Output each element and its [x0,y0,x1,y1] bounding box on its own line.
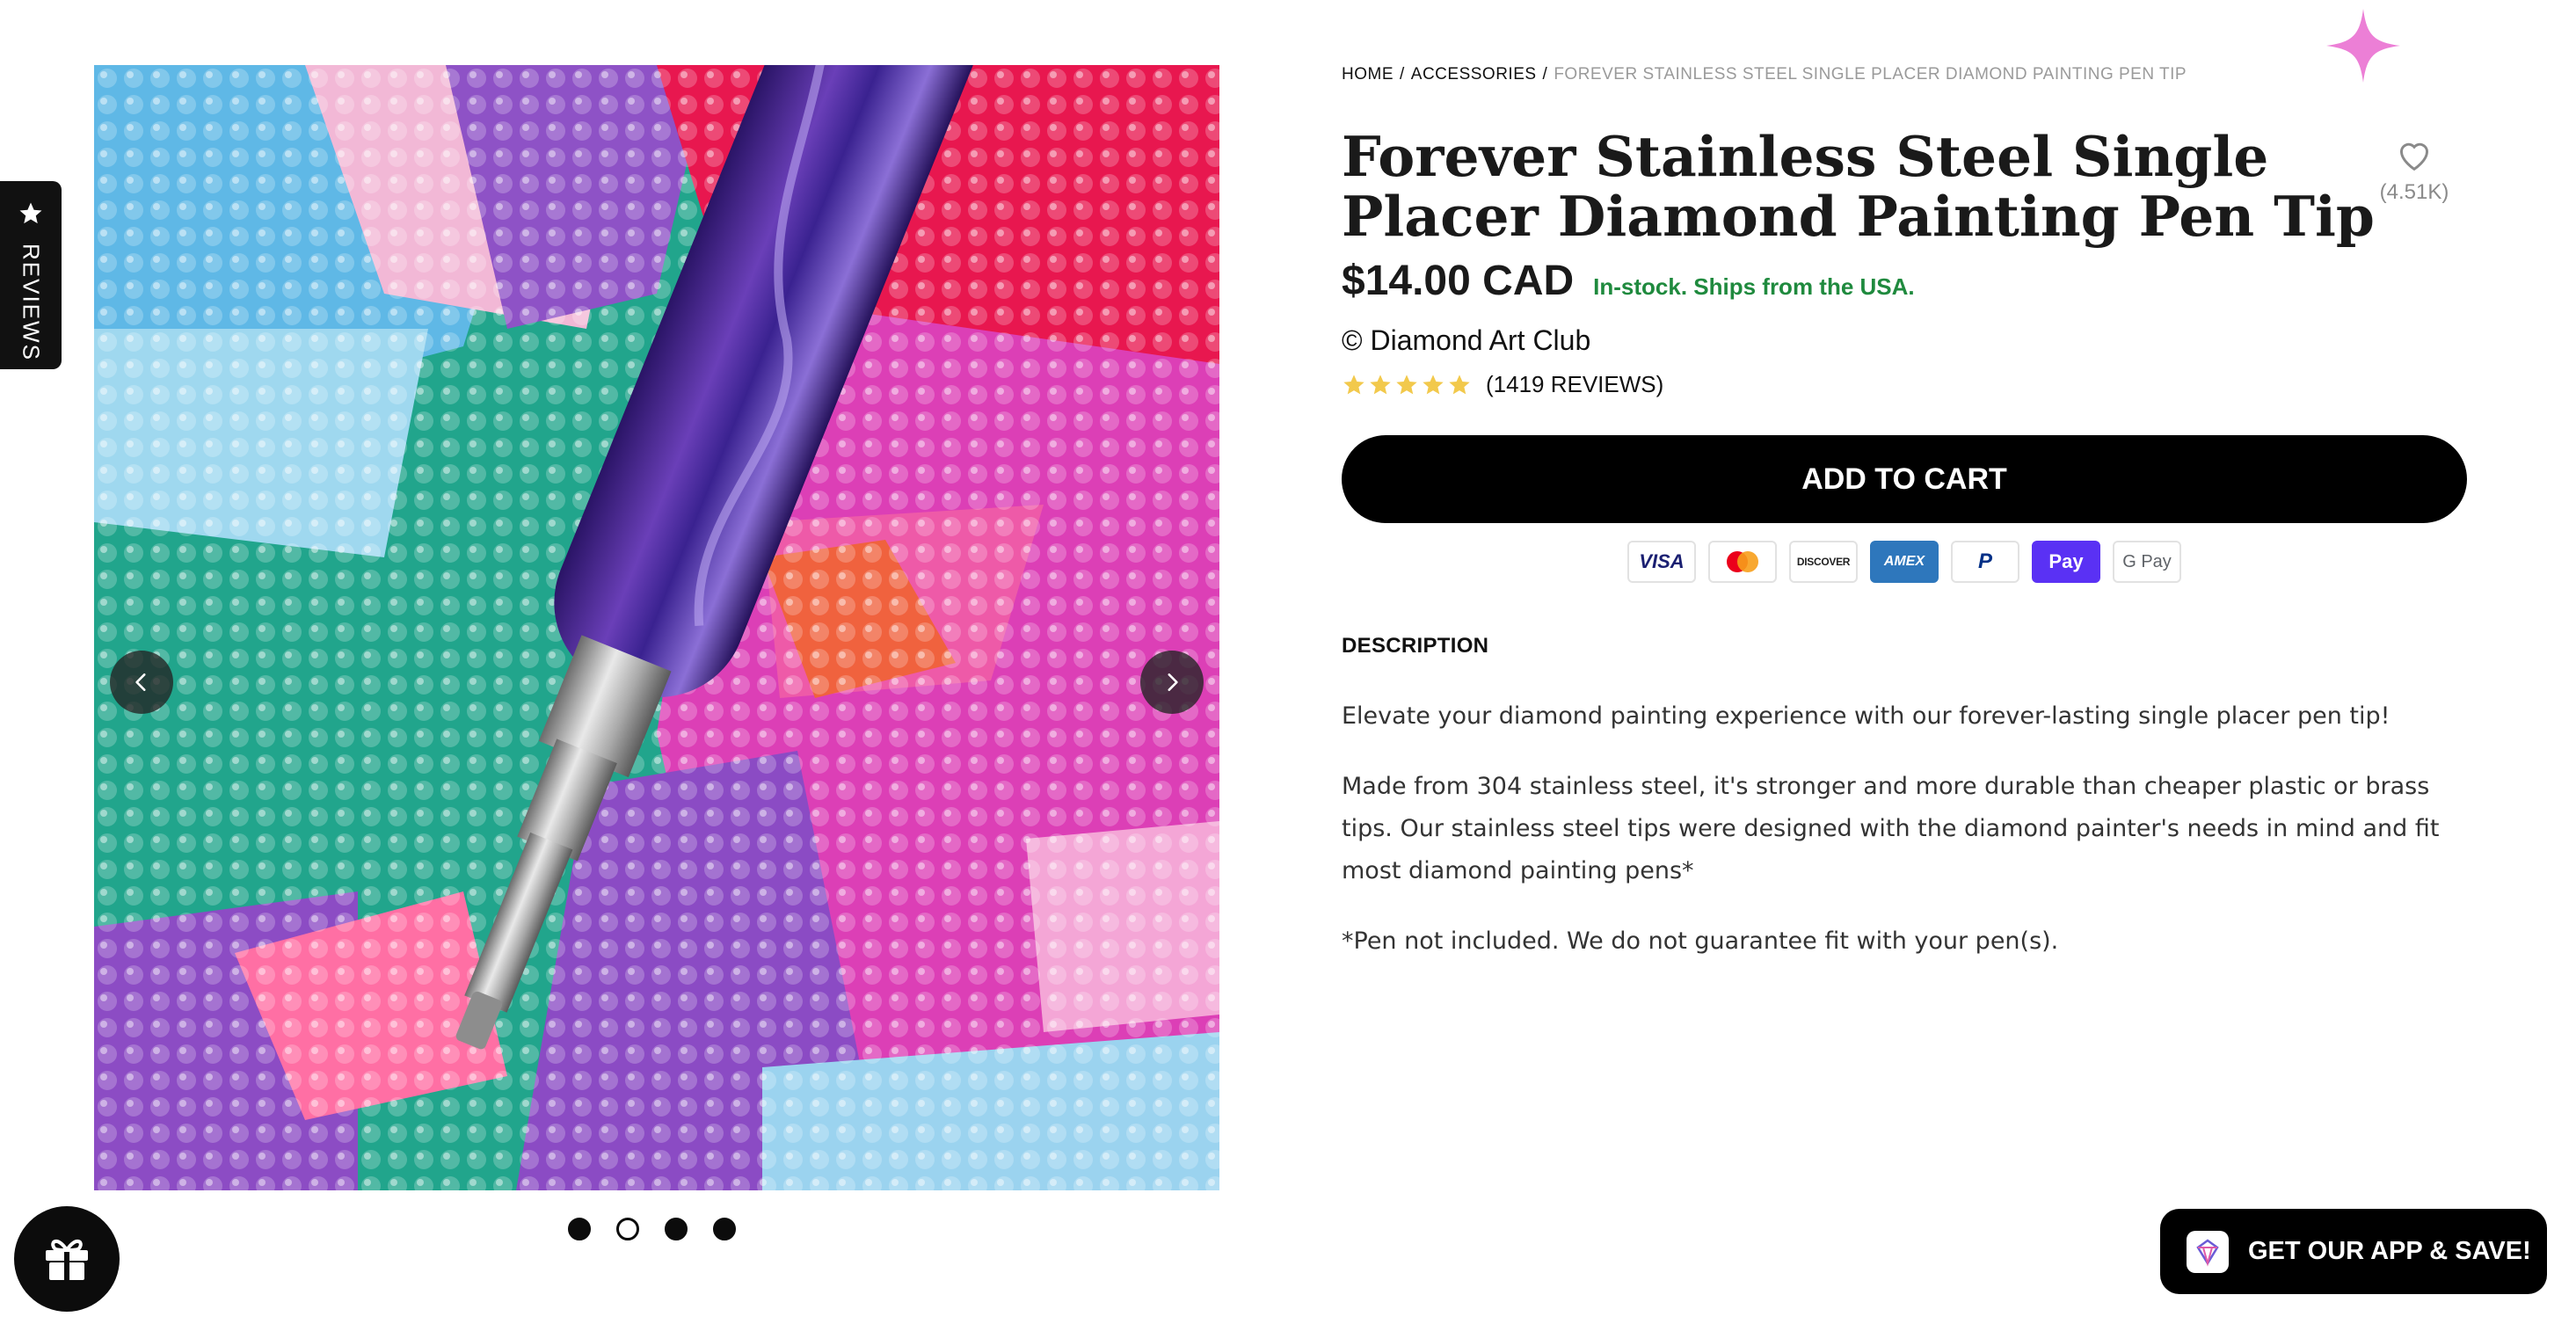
get-app-banner[interactable]: GET OUR APP & SAVE! [2160,1209,2547,1294]
product-description: Elevate your diamond painting experience… [1342,695,2467,963]
star-icon [1449,374,1470,394]
payment-methods: VISA DISCOVER AMEX P Pay G Pay [1342,541,2467,583]
review-count: (1419 REVIEWS) [1486,371,1664,397]
breadcrumb-home-link[interactable]: HOME [1342,65,1394,84]
wishlist-button[interactable]: (4.51K) [2361,137,2467,205]
stock-status: In-stock. Ships from the USA. [1593,273,1915,300]
shop-pay-icon: Pay [2032,541,2100,583]
chevron-right-icon [1161,671,1183,694]
reviews-side-tab[interactable]: REVIEWS [0,181,62,369]
breadcrumb-current: FOREVER STAINLESS STEEL SINGLE PLACER DI… [1554,65,2187,84]
star-icon [1370,374,1391,394]
gallery-dot-2[interactable] [616,1218,639,1240]
product-rating[interactable]: (1419 REVIEWS) [1342,371,2467,398]
product-title: Forever Stainless Steel Single Placer Di… [1342,124,2375,249]
breadcrumb-accessories-link[interactable]: ACCESSORIES [1411,65,1537,84]
breadcrumb: HOME / ACCESSORIES / FOREVER STAINLESS STEEL… [1342,65,2467,84]
chevron-left-icon [130,671,153,694]
discover-icon: DISCOVER [1789,541,1858,583]
heart-icon [2395,142,2434,176]
breadcrumb-separator: / [1400,65,1405,84]
gallery-pagination [568,1218,736,1240]
wishlist-count: (4.51K) [2379,180,2449,204]
price-row: $14.00 CAD In-stock. Ships from the USA. [1342,257,2467,305]
app-banner-label: GET OUR APP & SAVE! [2248,1237,2531,1265]
google-pay-icon: G Pay [2113,541,2181,583]
product-price: $14.00 CAD [1342,258,1575,304]
gift-icon [39,1229,95,1290]
breadcrumb-separator: / [1542,65,1548,84]
description-heading: DESCRIPTION [1342,634,1489,658]
product-photo [94,65,1219,1190]
gallery-dot-4[interactable] [713,1218,736,1240]
app-logo-icon [2187,1230,2229,1273]
description-paragraph: Elevate your diamond painting experience… [1342,702,2390,730]
description-paragraph: Made from 304 stainless steel, it's stro… [1342,773,2440,884]
star-icon [18,200,44,231]
reviews-tab-label: REVIEWS [18,244,45,361]
amex-icon: AMEX [1870,541,1939,583]
star-icon [1396,374,1417,394]
description-paragraph: *Pen not included. We do not guarantee f… [1342,928,2059,955]
star-icon [1343,374,1364,394]
gift-button[interactable] [14,1206,120,1312]
gallery-prev-button[interactable] [110,651,173,714]
product-info: HOME / ACCESSORIES / FOREVER STAINLESS STEEL… [1342,65,2467,963]
visa-icon: VISA [1627,541,1696,583]
gallery-dot-1[interactable] [568,1218,591,1240]
product-image-gallery [94,65,1219,1190]
star-rating [1342,373,1472,397]
star-icon [1423,374,1444,394]
add-to-cart-button[interactable]: ADD TO CART [1342,435,2467,523]
gallery-next-button[interactable] [1140,651,1204,714]
mastercard-icon [1708,541,1777,583]
paypal-icon: P [1951,541,2019,583]
gallery-dot-3[interactable] [665,1218,688,1240]
product-brand: © Diamond Art Club [1342,324,1591,356]
